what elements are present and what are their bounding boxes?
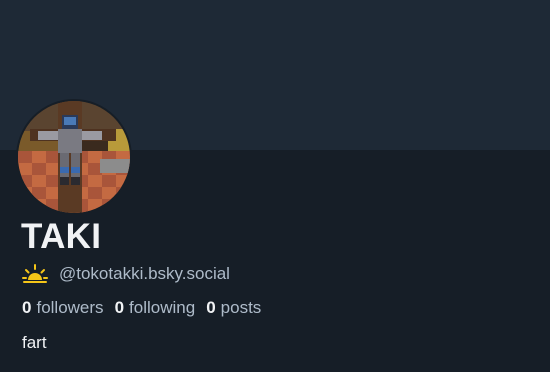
avatar-image [18, 101, 130, 213]
handle-row: @tokotakki.bsky.social [22, 262, 230, 286]
followers-link[interactable]: 0 followers [22, 298, 104, 318]
posts-stat: 0 posts [206, 298, 261, 318]
posts-label: posts [220, 298, 262, 317]
following-label: following [129, 298, 196, 317]
followers-label: followers [36, 298, 104, 317]
handle[interactable]: @tokotakki.bsky.social [59, 264, 230, 284]
profile-bio: fart [22, 333, 47, 352]
following-link[interactable]: 0 following [115, 298, 196, 318]
profile-stats: 0 followers 0 following 0 posts [22, 296, 272, 320]
followers-count: 0 [22, 298, 32, 317]
avatar[interactable] [16, 99, 132, 215]
sunrise-icon [22, 264, 48, 283]
following-count: 0 [114, 298, 125, 317]
display-name: TAKI [21, 217, 102, 256]
posts-count: 0 [206, 298, 216, 317]
